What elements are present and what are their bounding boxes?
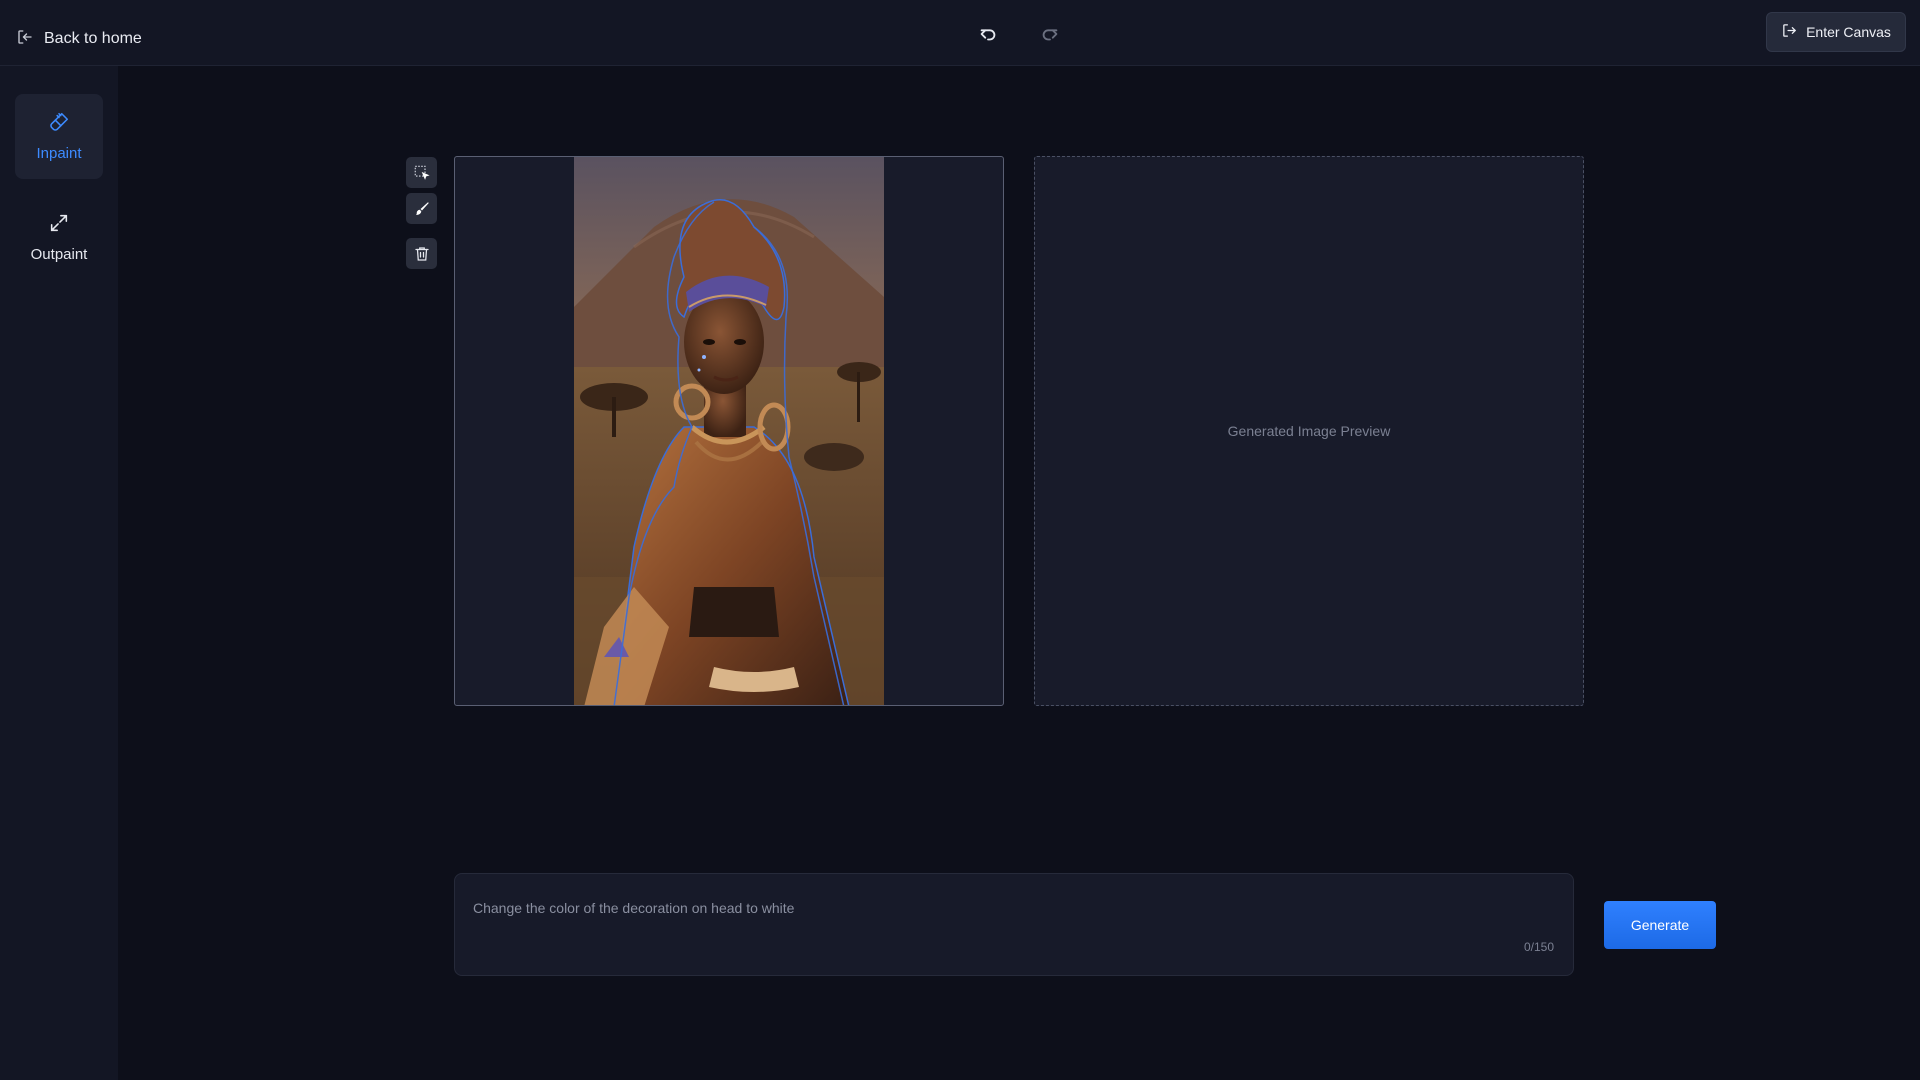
enter-canvas-label: Enter Canvas bbox=[1806, 24, 1891, 40]
portrait-image bbox=[574, 157, 884, 705]
history-controls bbox=[972, 18, 1066, 50]
back-to-home-label: Back to home bbox=[44, 30, 142, 47]
sidebar: Inpaint Outpaint bbox=[0, 66, 118, 1080]
selection-icon bbox=[414, 165, 430, 180]
character-counter: 0/150 bbox=[1523, 940, 1554, 954]
generated-preview-panel: Generated Image Preview bbox=[1034, 156, 1584, 706]
sidebar-item-label: Outpaint bbox=[30, 246, 88, 263]
brush-tool-button[interactable] bbox=[406, 193, 437, 224]
brush-icon bbox=[415, 201, 429, 215]
trash-icon bbox=[414, 246, 429, 261]
source-photo[interactable] bbox=[574, 157, 884, 705]
undo-icon bbox=[980, 29, 996, 41]
expand-icon bbox=[48, 212, 70, 239]
sidebar-item-label: Inpaint bbox=[36, 145, 82, 162]
preview-placeholder: Generated Image Preview bbox=[1227, 423, 1391, 439]
redo-button[interactable] bbox=[1034, 18, 1066, 50]
prompt-box: 0/150 bbox=[454, 873, 1574, 976]
undo-button[interactable] bbox=[972, 18, 1004, 50]
redo-icon bbox=[1042, 29, 1058, 41]
brush-icon bbox=[48, 111, 70, 138]
delete-tool-button[interactable] bbox=[406, 238, 437, 269]
enter-icon bbox=[1781, 22, 1798, 42]
enter-canvas-button[interactable]: Enter Canvas bbox=[1766, 12, 1906, 52]
prompt-input[interactable] bbox=[473, 896, 1553, 920]
exit-icon bbox=[16, 28, 34, 51]
selection-tool-button[interactable] bbox=[406, 157, 437, 188]
back-to-home-button[interactable]: Back to home bbox=[16, 26, 142, 52]
sidebar-item-outpaint[interactable]: Outpaint bbox=[15, 195, 103, 280]
source-image-panel[interactable] bbox=[454, 156, 1004, 706]
top-bar: Back to home Enter Canvas bbox=[0, 0, 1920, 66]
generate-button[interactable]: Generate bbox=[1604, 901, 1716, 949]
sidebar-item-inpaint[interactable]: Inpaint bbox=[15, 94, 103, 179]
